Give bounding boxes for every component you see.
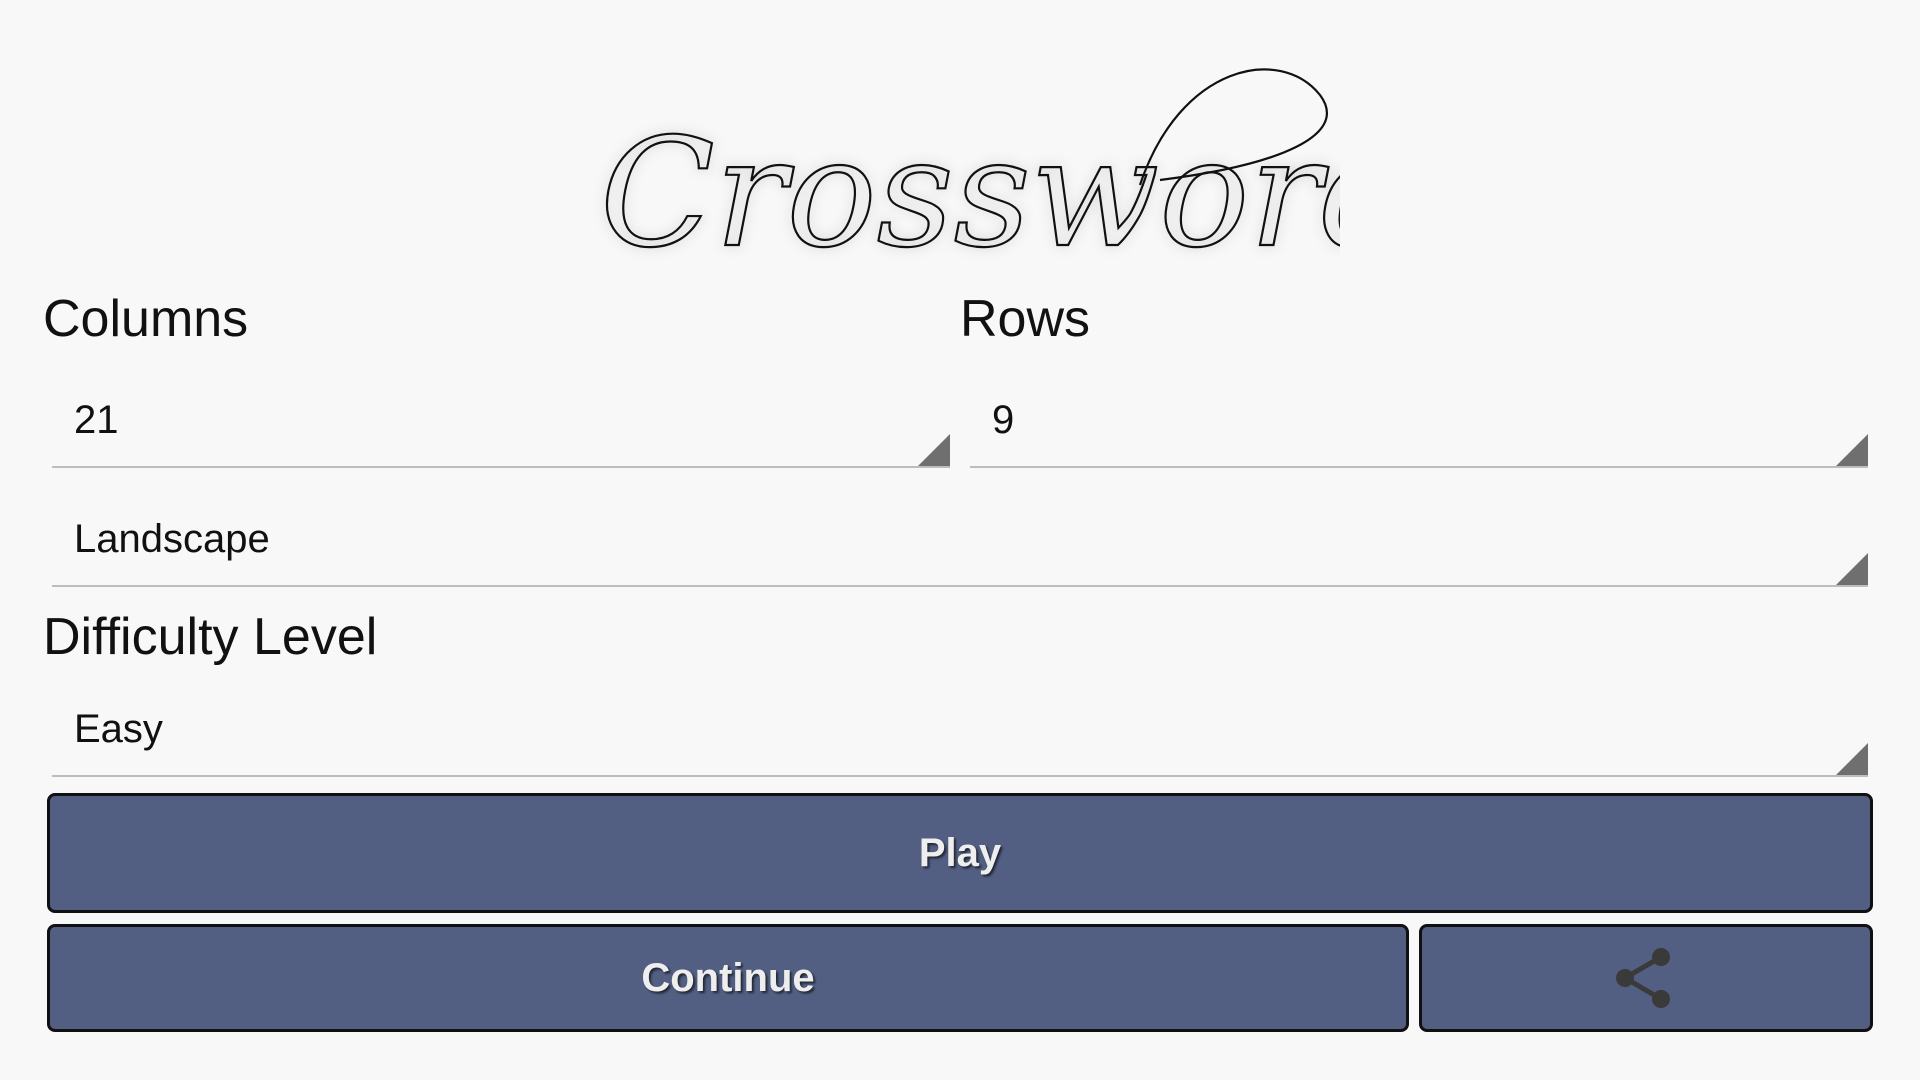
difficulty-label: Difficulty Level [43, 608, 378, 666]
continue-button-label: Continue [641, 955, 815, 1000]
rows-spinner[interactable]: 9 [970, 378, 1868, 468]
rows-label: Rows [960, 290, 1091, 348]
orientation-value: Landscape [74, 517, 270, 561]
share-button[interactable] [1419, 924, 1873, 1032]
difficulty-value: Easy [74, 707, 163, 751]
logo-text: Crossword [600, 107, 1340, 275]
play-button-label: Play [918, 830, 1002, 875]
rows-value: 9 [992, 398, 1015, 442]
columns-label: Columns [43, 290, 249, 348]
play-button[interactable]: Play [47, 793, 1873, 913]
dropdown-arrow-icon [918, 434, 950, 466]
continue-button[interactable]: Continue [47, 924, 1409, 1032]
orientation-spinner[interactable]: Landscape [52, 497, 1868, 587]
crossword-logo: Crossword [580, 55, 1418, 282]
dropdown-arrow-icon [1836, 434, 1868, 466]
columns-value: 21 [74, 398, 119, 442]
share-icon [1616, 948, 1670, 1008]
difficulty-spinner[interactable]: Easy [52, 687, 1868, 777]
dropdown-arrow-icon [1836, 553, 1868, 585]
columns-spinner[interactable]: 21 [52, 378, 950, 468]
main-screen: Crossword Columns 21 Rows 9 Landscape Di… [0, 0, 1920, 1080]
dropdown-arrow-icon [1836, 743, 1868, 775]
logo-image: Crossword [599, 68, 1418, 282]
